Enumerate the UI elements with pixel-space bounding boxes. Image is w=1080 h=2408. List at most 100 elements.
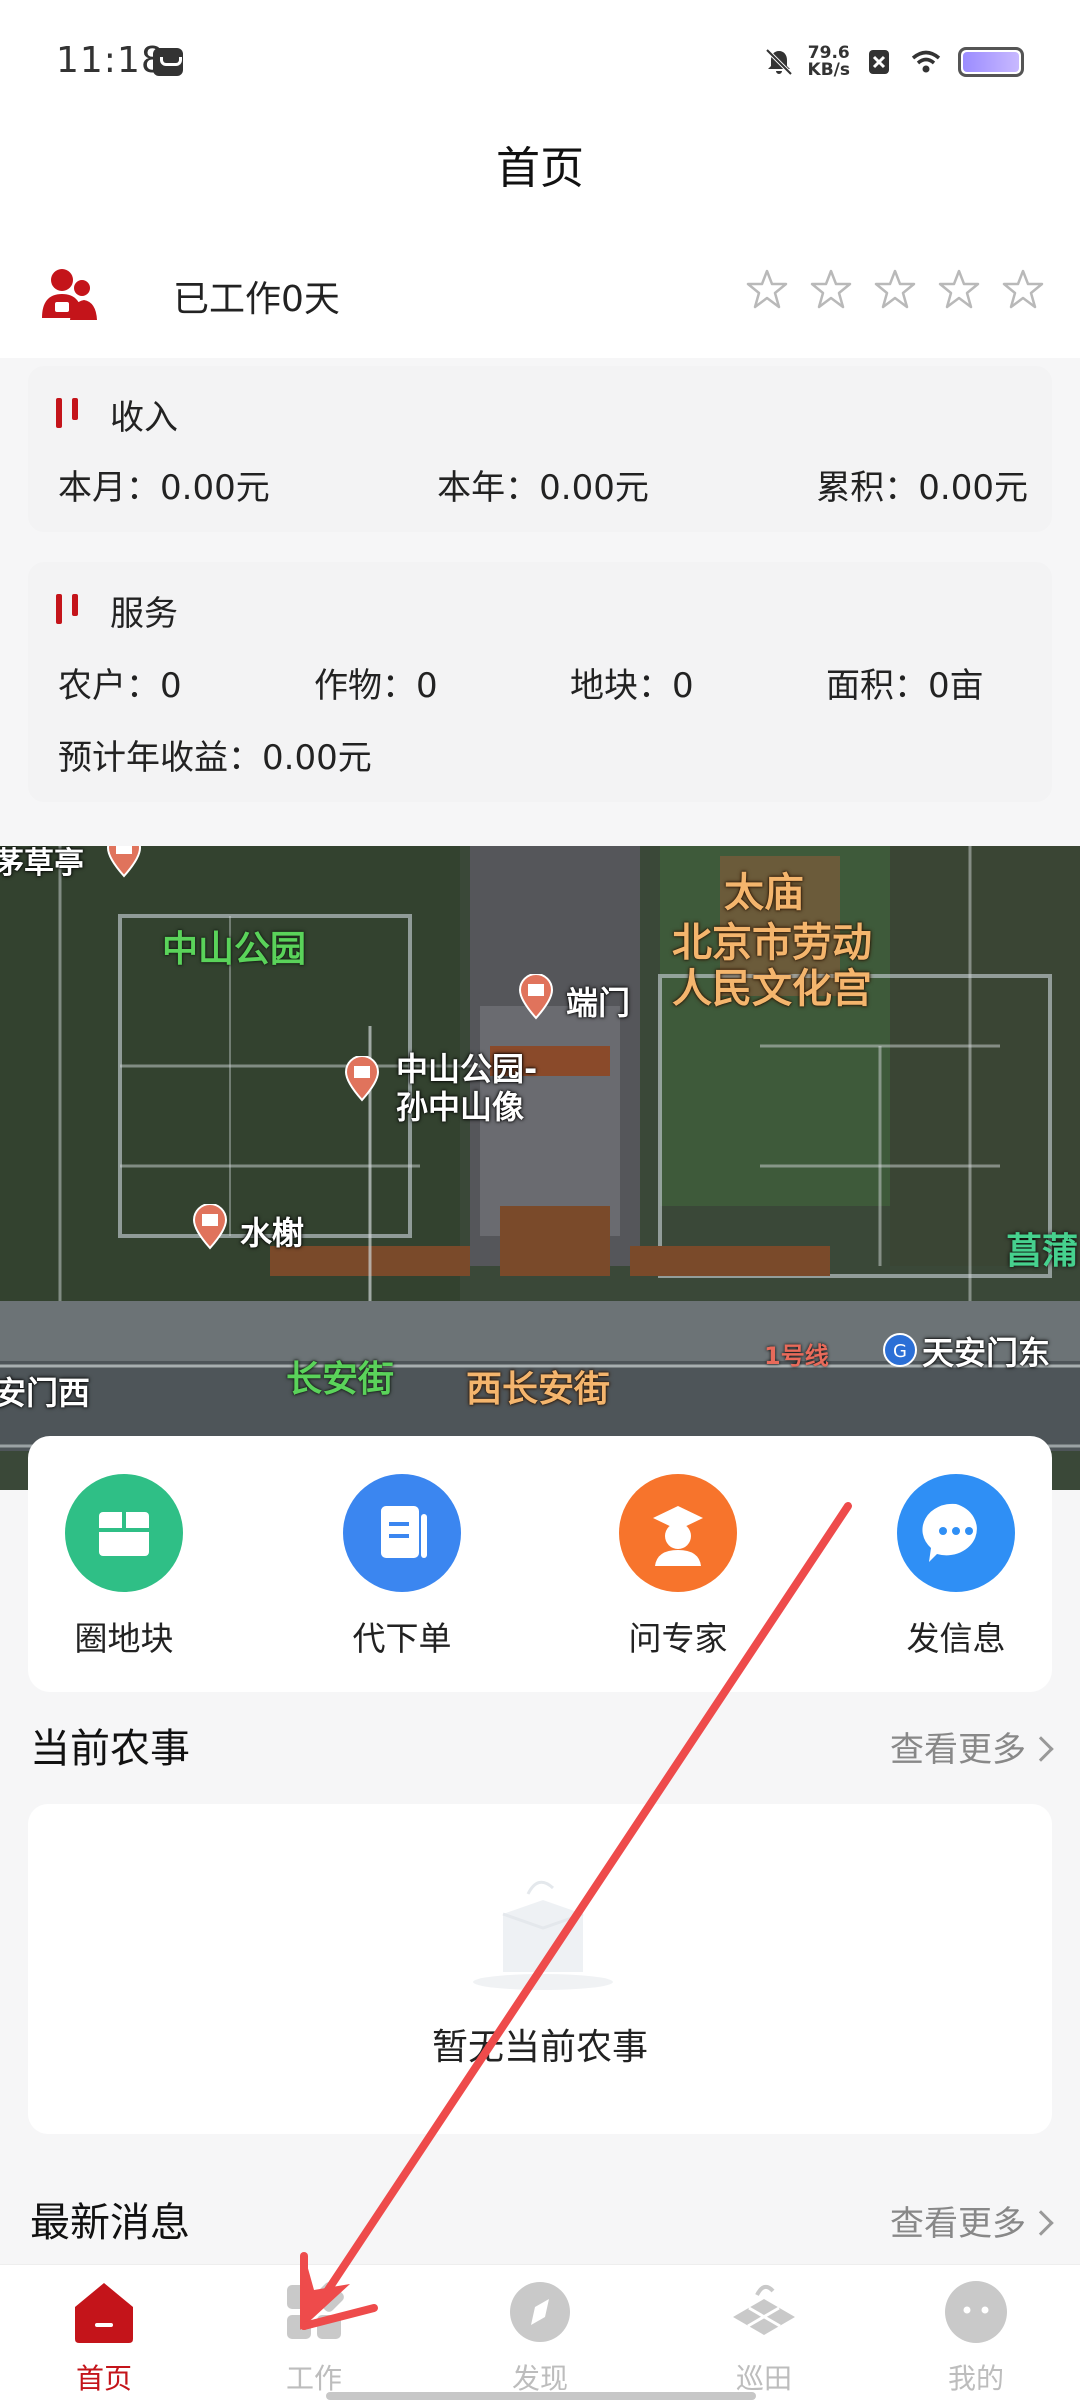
nav-tab-work[interactable]: 工作 <box>244 2277 384 2397</box>
document-icon <box>343 1474 461 1592</box>
box-icon <box>65 1474 183 1592</box>
latest-news-header: 最新消息 查看更多 <box>30 2190 1054 2250</box>
subway-icon: G <box>883 1333 917 1367</box>
quick-action-expert[interactable]: 问专家 <box>608 1474 748 1660</box>
section-marker-icon <box>54 592 80 628</box>
empty-box-icon <box>473 1880 613 1990</box>
quick-action-label: 圈地块 <box>74 1619 174 1658</box>
map-label-shuixie: 水榭 <box>240 1214 305 1252</box>
network-speed-unit: KB/s <box>807 60 850 80</box>
farmer-avatar-icon[interactable] <box>40 266 98 324</box>
map-pin-icon <box>106 846 142 878</box>
quick-action-order[interactable]: 代下单 <box>332 1474 472 1660</box>
service-card-header: 服务 <box>54 588 178 634</box>
current-farming-empty-card: 暂无当前农事 <box>28 1804 1052 2134</box>
nav-tab-discover[interactable]: 发现 <box>470 2277 610 2397</box>
map-pin-icon <box>192 1204 228 1250</box>
nav-label: 首页 <box>75 2362 132 2395</box>
service-card: 服务 农户：0 作物：0 地块：0 面积：0亩 预计年收益：0.00元 <box>28 562 1052 802</box>
income-card: 收入 本月：0.00元 本年：0.00元 累积：0.00元 <box>28 366 1052 532</box>
home-icon <box>75 2283 133 2343</box>
quick-action-label: 问专家 <box>628 1619 728 1658</box>
wifi-icon <box>911 50 941 73</box>
grid-icon <box>287 2282 344 2339</box>
quick-action-label: 代下单 <box>352 1619 452 1658</box>
svg-text:G: G <box>893 1341 907 1362</box>
income-title: 收入 <box>110 397 178 438</box>
more-label: 查看更多 <box>890 1730 1026 1770</box>
page-title: 首页 <box>496 143 584 194</box>
expert-icon <box>619 1474 737 1592</box>
quick-action-plot[interactable]: 圈地块 <box>54 1474 194 1660</box>
star-icon <box>938 269 980 309</box>
chat-icon <box>897 1474 1015 1592</box>
nav-label: 发现 <box>511 2362 568 2395</box>
profile-face-icon <box>945 2281 1007 2343</box>
quick-action-message[interactable]: 发信息 <box>886 1474 1026 1660</box>
mute-bell-icon <box>765 48 792 76</box>
current-farming-more-link[interactable]: 查看更多 <box>890 1722 1054 1771</box>
service-stats: 农户：0 作物：0 地块：0 面积：0亩 <box>58 658 1028 707</box>
income-year: 本年：0.00元 <box>437 468 649 508</box>
map-label-changpu: 菖蒲 <box>1006 1231 1079 1272</box>
income-card-header: 收入 <box>54 392 178 438</box>
star-icon <box>1002 269 1044 309</box>
status-time: 11:18 <box>56 40 165 81</box>
field-patrol-icon <box>733 2284 795 2335</box>
section-marker-icon <box>54 396 80 432</box>
service-area: 面积：0亩 <box>826 666 984 706</box>
service-farmers: 农户：0 <box>58 666 182 706</box>
latest-news-more-link[interactable]: 查看更多 <box>890 2196 1054 2245</box>
chevron-right-icon <box>1028 2210 1054 2236</box>
nav-tab-patrol[interactable]: 巡田 <box>694 2277 834 2397</box>
income-values: 本月：0.00元 本年：0.00元 累积：0.00元 <box>58 460 1028 509</box>
map-label-statue-2: 孙中山像 <box>396 1088 525 1126</box>
profile-row: 已工作0天 <box>0 246 1080 358</box>
rating-stars <box>746 268 1044 310</box>
battery-icon <box>958 47 1024 77</box>
compass-icon <box>510 2282 570 2342</box>
empty-state-text: 暂无当前农事 <box>431 2027 648 2068</box>
service-plots: 地块：0 <box>570 666 694 706</box>
current-farming-title: 当前农事 <box>30 1726 190 1772</box>
star-icon <box>746 269 788 309</box>
nav-label: 巡田 <box>735 2362 792 2395</box>
nav-tab-mine[interactable]: 我的 <box>906 2277 1046 2397</box>
map-pin-icon <box>518 974 554 1020</box>
nav-tab-home[interactable]: 首页 <box>34 2277 174 2397</box>
map-label-duanmen: 端门 <box>566 984 631 1022</box>
latest-news-title: 最新消息 <box>30 2200 190 2246</box>
quick-actions-card: 圈地块 代下单 问专家 发信息 <box>28 1436 1052 1692</box>
map-label-tiananmen-west: 安门西 <box>0 1374 91 1412</box>
map-label-culture-palace-2: 人民文化宫 <box>672 966 872 1012</box>
map-pin-icon <box>344 1056 380 1102</box>
bottom-navigation: 首页 工作 发现 巡田 我的 <box>0 2264 1080 2408</box>
star-icon <box>810 269 852 309</box>
income-month: 本月：0.00元 <box>58 468 270 508</box>
map-label-tiananmen-east: 天安门东 <box>922 1334 1051 1372</box>
nav-label: 我的 <box>947 2362 1004 2395</box>
chevron-right-icon <box>1028 1736 1054 1762</box>
status-bar: 11:18 79.6 KB/s <box>0 0 1080 120</box>
status-icons: 79.6 KB/s <box>764 40 1024 84</box>
map-label-west-changan: 西长安街 <box>466 1369 611 1410</box>
map-label-changan-street: 长安街 <box>286 1359 395 1400</box>
network-speed: 79.6 KB/s <box>808 45 850 79</box>
quick-action-label: 发信息 <box>906 1619 1006 1658</box>
gesture-home-bar[interactable] <box>326 2392 756 2400</box>
nav-label: 工作 <box>285 2362 342 2395</box>
message-notification-icon <box>153 48 183 76</box>
work-days-text: 已工作0天 <box>173 279 340 320</box>
no-sim-icon <box>869 50 889 74</box>
current-farming-header: 当前农事 查看更多 <box>30 1716 1054 1776</box>
map-label-line1: 1号线 <box>764 1342 829 1370</box>
service-crops: 作物：0 <box>314 666 438 706</box>
more-label: 查看更多 <box>890 2204 1026 2244</box>
map-label-top-left: 茅草亭 <box>0 846 84 881</box>
map-label-zhongshan-park: 中山公园 <box>162 929 307 970</box>
income-total: 累积：0.00元 <box>816 468 1028 508</box>
service-expected-income: 预计年收益：0.00元 <box>58 738 372 778</box>
page-header: 首页 <box>0 120 1080 246</box>
star-icon <box>874 269 916 309</box>
satellite-map[interactable]: 茅草亭 中山公园 端门 太庙 北京市劳动 人民文化宫 中山公园- 孙中山像 水榭… <box>0 846 1080 1490</box>
